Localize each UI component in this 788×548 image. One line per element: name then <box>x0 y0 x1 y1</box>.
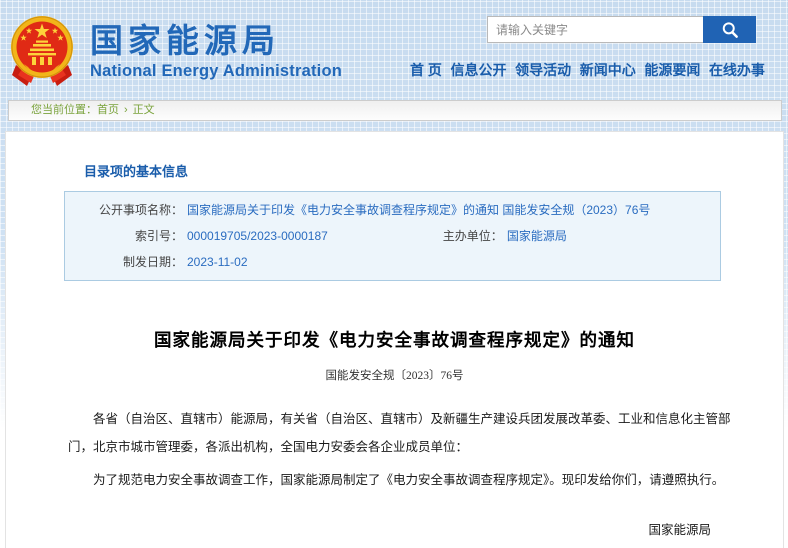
field-value-unit: 国家能源局 <box>503 223 567 249</box>
field-label-index: 索引号： <box>65 223 183 249</box>
field-label-date: 制发日期： <box>65 249 183 275</box>
signature-org: 国家能源局 <box>6 516 711 544</box>
field-value-name[interactable]: 国家能源局关于印发《电力安全事故调查程序规定》的通知 国能发安全规（2023）7… <box>183 197 650 223</box>
breadcrumb-current: 正文 <box>133 104 155 116</box>
signature-block: 国家能源局 2023年11月2日 <box>6 516 711 548</box>
search-bar <box>487 16 756 43</box>
breadcrumb-home-link[interactable]: 首页 <box>97 104 119 116</box>
site-title-cn: 国家能源局 <box>90 23 342 59</box>
site-titles: 国家能源局 National Energy Administration <box>90 23 342 81</box>
field-value-date: 2023-11-02 <box>183 249 248 275</box>
nav-item-home[interactable]: 首 页 <box>410 60 442 80</box>
catalog-info-heading: 目录项的基本信息 <box>84 161 783 180</box>
catalog-info-table: 公开事项名称： 国家能源局关于印发《电力安全事故调查程序规定》的通知 国能发安全… <box>64 191 721 281</box>
document-paragraph-main: 为了规范电力安全事故调查工作，国家能源局制定了《电力安全事故调查程序规定》。现印… <box>68 466 738 494</box>
nav-item-info-disclosure[interactable]: 信息公开 <box>451 60 507 80</box>
document-paragraph-recipients: 各省（自治区、直辖市）能源局，有关省（自治区、直辖市）及新疆生产建设兵团发展改革… <box>68 405 738 461</box>
document-number: 国能发安全规〔2023〕76号 <box>6 367 783 383</box>
nav-item-leader-activities[interactable]: 领导活动 <box>515 60 571 80</box>
document-title: 国家能源局关于印发《电力安全事故调查程序规定》的通知 <box>6 327 783 352</box>
table-row-index-unit: 索引号： 000019705/2023-0000187 主办单位： 国家能源局 <box>65 223 720 249</box>
nav-item-news-center[interactable]: 新闻中心 <box>580 60 636 80</box>
table-row-name: 公开事项名称： 国家能源局关于印发《电力安全事故调查程序规定》的通知 国能发安全… <box>65 197 720 223</box>
search-button[interactable] <box>703 16 756 43</box>
breadcrumb-separator: › <box>124 104 128 116</box>
national-emblem-icon <box>10 15 74 88</box>
nav-item-energy-highlights[interactable]: 能源要闻 <box>644 60 700 80</box>
site-logo[interactable]: 国家能源局 National Energy Administration <box>10 15 342 88</box>
nav-item-online-services[interactable]: 在线办事 <box>709 60 765 80</box>
breadcrumb-prefix: 您当前位置： <box>31 104 97 116</box>
main-nav: 首 页 信息公开 领导活动 新闻中心 能源要闻 在线办事 <box>410 60 765 80</box>
content-panel: 目录项的基本信息 公开事项名称： 国家能源局关于印发《电力安全事故调查程序规定》… <box>5 131 784 548</box>
field-label-name: 公开事项名称： <box>65 197 183 223</box>
document-body: 各省（自治区、直辖市）能源局，有关省（自治区、直辖市）及新疆生产建设兵团发展改革… <box>68 405 738 494</box>
field-label-unit: 主办单位： <box>423 223 503 249</box>
search-input[interactable] <box>487 16 703 43</box>
field-value-index: 000019705/2023-0000187 <box>183 223 328 249</box>
site-header: 国家能源局 National Energy Administration 首 页… <box>0 0 788 100</box>
table-row-date: 制发日期： 2023-11-02 <box>65 249 720 275</box>
breadcrumb: 您当前位置：首页 › 正文 <box>8 100 782 121</box>
search-icon <box>720 20 740 40</box>
site-title-en: National Energy Administration <box>90 62 342 81</box>
